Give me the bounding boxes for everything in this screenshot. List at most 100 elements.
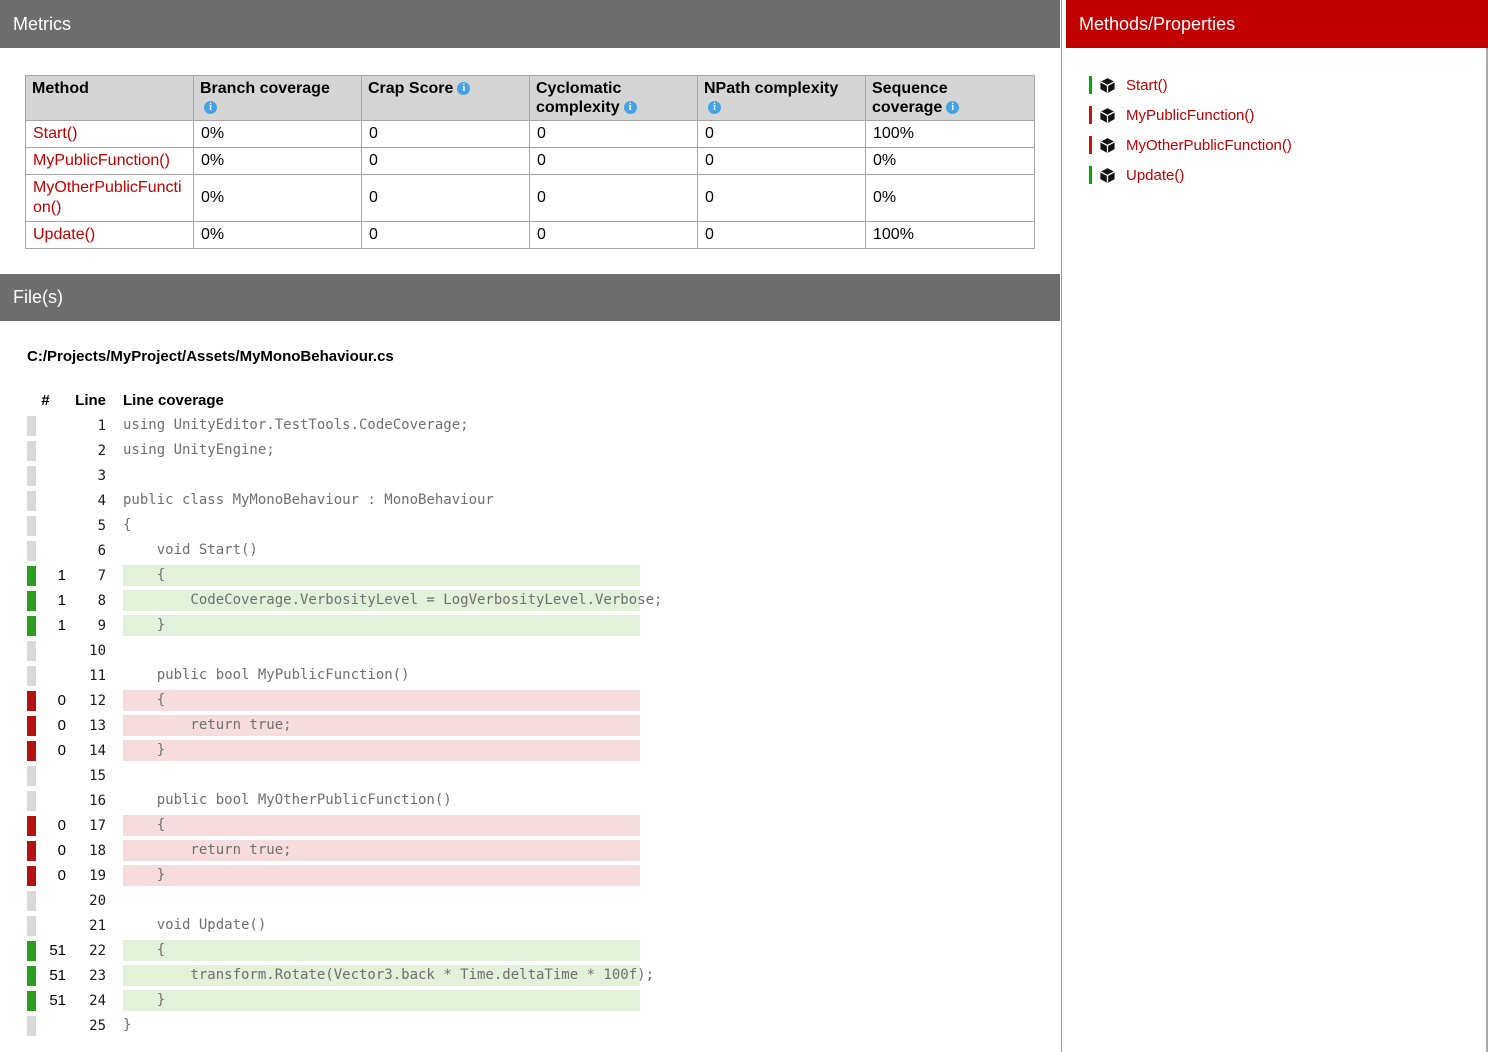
coverage-indicator (27, 891, 36, 911)
code-row: 018 return true; (25, 838, 640, 863)
metrics-table-head: MethodBranch coverageiCrap ScoreiCycloma… (26, 76, 1035, 121)
code-text: { (123, 690, 640, 711)
hit-count: 0 (36, 717, 66, 734)
line-number: 18 (66, 843, 106, 859)
code-text (123, 465, 640, 486)
metric-value-cell: 0 (362, 222, 530, 249)
info-icon[interactable]: i (204, 101, 217, 114)
code-row: 5124 } (25, 988, 640, 1013)
metrics-section-header: Metrics (0, 0, 1060, 48)
metrics-row: Update()0%000100% (26, 222, 1035, 249)
metrics-column-icon-row: i (704, 98, 859, 117)
file-path: C:/Projects/MyProject/Assets/MyMonoBehav… (27, 348, 394, 365)
line-number: 20 (66, 893, 106, 909)
sidebar-method-item[interactable]: Update() (1089, 160, 1292, 190)
code-row: 1using UnityEditor.TestTools.CodeCoverag… (25, 413, 640, 438)
sidebar-method-link[interactable]: MyOtherPublicFunction() (1126, 137, 1292, 154)
code-row: 014 } (25, 738, 640, 763)
line-number: 14 (66, 743, 106, 759)
code-row: 2using UnityEngine; (25, 438, 640, 463)
sidebar-method-list: Start() MyPublicFunction() MyOtherPublicFu… (1089, 70, 1292, 190)
method-link[interactable]: MyPublicFunction() (33, 152, 170, 169)
code-text: using UnityEngine; (123, 440, 640, 461)
metric-value-cell: 0% (194, 121, 362, 148)
cube-icon (1099, 77, 1116, 94)
metrics-column-header: Cyclomaticcomplexityi (530, 76, 698, 121)
metric-value-cell: 0% (194, 148, 362, 175)
line-number: 9 (66, 618, 106, 634)
code-text: } (123, 865, 640, 886)
code-text: } (123, 615, 640, 636)
line-number: 21 (66, 918, 106, 934)
line-number: 4 (66, 493, 106, 509)
coverage-indicator (27, 691, 36, 711)
method-coverage-bar (1089, 106, 1092, 124)
info-icon[interactable]: i (708, 101, 721, 114)
code-row: 5{ (25, 513, 640, 538)
info-icon[interactable]: i (624, 101, 637, 114)
code-text (123, 640, 640, 661)
hit-count: 1 (36, 617, 66, 634)
code-row: 19 } (25, 613, 640, 638)
code-row: 20 (25, 888, 640, 913)
sidebar-method-item[interactable]: Start() (1089, 70, 1292, 100)
code-text (123, 890, 640, 911)
code-text: return true; (123, 715, 640, 736)
hit-count: 0 (36, 867, 66, 884)
metrics-table: MethodBranch coverageiCrap ScoreiCycloma… (25, 75, 1035, 249)
method-cell: Update() (26, 222, 194, 249)
coverage-indicator (27, 966, 36, 986)
method-link[interactable]: Update() (33, 226, 95, 243)
metric-value-cell: 0% (866, 148, 1035, 175)
metrics-row: MyPublicFunction()0%0000% (26, 148, 1035, 175)
line-number: 13 (66, 718, 106, 734)
files-section-header: File(s) (0, 274, 1060, 321)
code-header-coverage: Line coverage (123, 392, 224, 409)
method-link[interactable]: MyOtherPublicFunction() (33, 179, 182, 216)
coverage-indicator (27, 441, 36, 461)
code-text: transform.Rotate(Vector3.back * Time.del… (123, 965, 640, 986)
method-link[interactable]: Start() (33, 125, 77, 142)
method-coverage-bar (1089, 136, 1092, 154)
metric-value-cell: 0 (698, 148, 866, 175)
sidebar-method-link[interactable]: Update() (1126, 167, 1184, 184)
sidebar-method-item[interactable]: MyOtherPublicFunction() (1089, 130, 1292, 160)
code-text: public bool MyPublicFunction() (123, 665, 640, 686)
code-header-line: Line (66, 392, 106, 409)
code-row: 17 { (25, 563, 640, 588)
code-row: 16 public bool MyOtherPublicFunction() (25, 788, 640, 813)
coverage-indicator (27, 491, 36, 511)
code-text: using UnityEditor.TestTools.CodeCoverage… (123, 415, 640, 436)
coverage-indicator (27, 866, 36, 886)
info-icon[interactable]: i (457, 82, 470, 95)
info-icon[interactable]: i (946, 101, 959, 114)
content-sidebar-divider (1061, 0, 1062, 1052)
sidebar-method-link[interactable]: MyPublicFunction() (1126, 107, 1254, 124)
sidebar-method-link[interactable]: Start() (1126, 77, 1168, 94)
coverage-indicator (27, 816, 36, 836)
cube-icon (1099, 167, 1116, 184)
method-cell: MyPublicFunction() (26, 148, 194, 175)
code-row: 017 { (25, 813, 640, 838)
code-row: 15 (25, 763, 640, 788)
code-row: 10 (25, 638, 640, 663)
metrics-column-label: complexityi (536, 98, 691, 117)
coverage-indicator (27, 791, 36, 811)
line-number: 17 (66, 818, 106, 834)
metrics-column-header: Branch coverage i (194, 76, 362, 121)
code-text: return true; (123, 840, 640, 861)
metrics-column-label: Sequence (872, 79, 1028, 98)
metric-value-cell: 0 (362, 175, 530, 222)
metrics-column-header: Crap Scorei (362, 76, 530, 121)
metrics-row: MyOtherPublicFunction()0%0000% (26, 175, 1035, 222)
files-section-title: File(s) (13, 287, 63, 308)
metrics-column-label: Branch coverage (200, 79, 355, 98)
hit-count: 1 (36, 592, 66, 609)
sidebar-method-item[interactable]: MyPublicFunction() (1089, 100, 1292, 130)
coverage-indicator (27, 916, 36, 936)
code-text: { (123, 565, 640, 586)
sidebar-header: Methods/Properties (1066, 0, 1488, 48)
metric-value-cell: 0 (530, 121, 698, 148)
metric-value-cell: 0 (698, 222, 866, 249)
metric-value-cell: 100% (866, 222, 1035, 249)
